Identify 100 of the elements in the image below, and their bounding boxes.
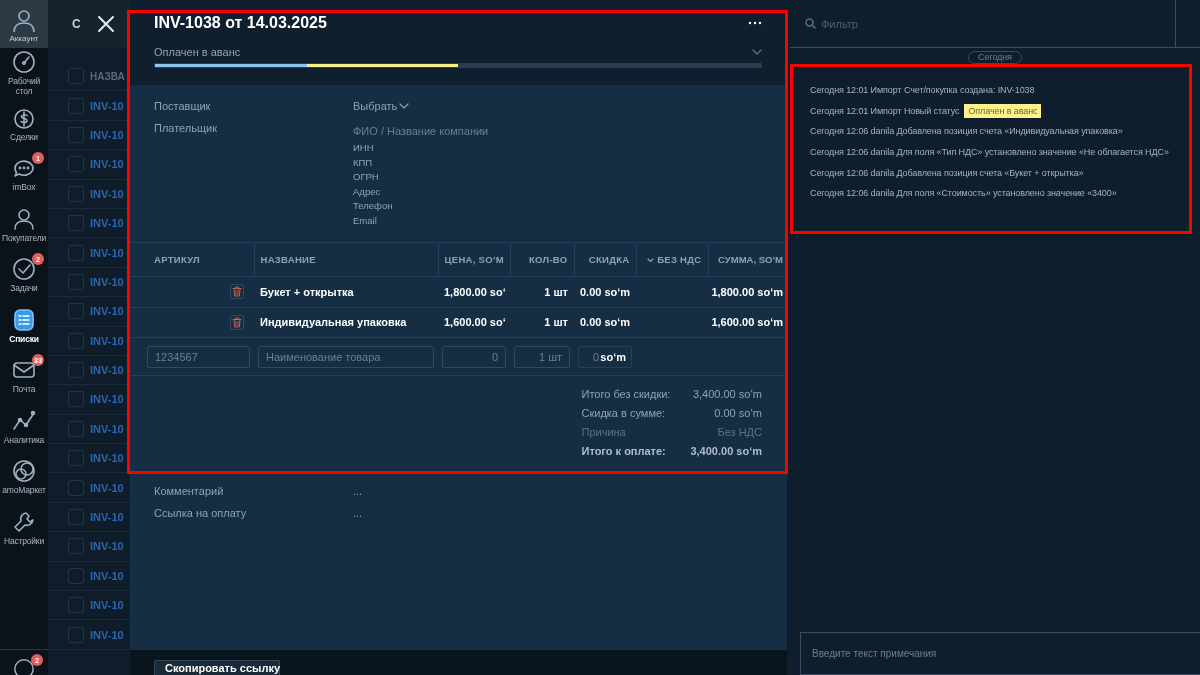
total-value: 0.00 soʻm	[713, 407, 762, 419]
gauge-icon	[12, 50, 36, 75]
list-title: С	[72, 17, 81, 31]
detail-label: Адрес	[353, 184, 382, 199]
field-value[interactable]: ...	[353, 507, 363, 519]
trash-icon	[232, 316, 242, 328]
record-link[interactable]: INV-10	[90, 158, 124, 171]
column-header: НАЗВА	[90, 70, 125, 82]
more-icon[interactable]	[748, 21, 762, 25]
unit-label: soʻm	[600, 350, 626, 363]
record-link[interactable]: INV-10	[90, 364, 124, 377]
detail-label: КПП	[353, 155, 374, 170]
record-link[interactable]: INV-10	[90, 511, 124, 524]
price-field[interactable]: 0	[442, 345, 506, 368]
quantity-field[interactable]: 1 шт	[514, 345, 570, 368]
feed-entry: Сегодня 12:01 Импорт Счет/покупка создана: INV-1038	[810, 85, 1035, 95]
column-header: КОЛ-ВО	[510, 242, 574, 277]
field-value[interactable]: ...	[353, 485, 363, 497]
record-link[interactable]: INV-10	[90, 305, 124, 318]
table-cell: 0.00 soʻm	[574, 307, 636, 338]
record-link[interactable]: INV-10	[90, 334, 124, 347]
caret-icon[interactable]	[647, 258, 655, 263]
detail-label: Email	[353, 213, 378, 228]
detail-label: ОГРН	[353, 170, 380, 184]
feed-entry: Сегодня 12:06 danila Для поля «Тип НДС» установлено значение «Не облагается НДС»	[810, 147, 1169, 158]
nav-item[interactable]: amoМаркет	[0, 452, 48, 503]
table-cell: 1 шт	[510, 307, 574, 338]
payer-name-field[interactable]: ФИО / Название компании	[353, 125, 489, 137]
close-icon[interactable]	[97, 15, 115, 33]
status-label[interactable]: Оплачен в аванс	[154, 46, 241, 58]
total-label: Причина	[581, 426, 627, 438]
record-link[interactable]: INV-10	[90, 481, 124, 494]
table-cell: 1 шт	[510, 276, 574, 307]
list-icon	[12, 307, 36, 332]
total-value: 3,400.00 soʻm	[690, 445, 762, 457]
column-header: АРТИКУЛ	[130, 242, 254, 277]
field-label: Поставщик	[154, 100, 212, 112]
detail-label: ИНН	[353, 141, 375, 155]
delete-button[interactable]	[230, 284, 244, 300]
record-link[interactable]: INV-10	[90, 275, 124, 288]
record-link[interactable]: INV-10	[90, 217, 124, 230]
nav-item[interactable]: Сделки	[0, 98, 48, 149]
account-button[interactable]: Аккаунт	[0, 0, 48, 48]
record-link[interactable]: INV-10	[90, 599, 124, 612]
trash-icon	[232, 286, 242, 298]
feed-entry: Сегодня 12:06 danila Добавлена позиция счета «Букет + открытка»	[810, 167, 1084, 178]
nav-item[interactable]: Рабочий стол	[0, 48, 48, 99]
checkmark-icon	[12, 257, 36, 282]
record-link[interactable]: INV-10	[90, 628, 124, 641]
record-link[interactable]: INV-10	[90, 187, 124, 200]
nav-item[interactable]: Покупатели	[0, 199, 48, 250]
record-link[interactable]: INV-10	[90, 569, 124, 582]
total-label: Скидка в сумме:	[581, 407, 667, 419]
record-link[interactable]: INV-10	[90, 246, 124, 259]
record-link[interactable]: INV-10	[90, 99, 124, 112]
copy-link-button[interactable]: Скопировать ссылку	[154, 660, 280, 675]
status-badge: Оплачен в аванс	[964, 103, 1042, 118]
table-cell: 1,600.00 soʻ	[438, 307, 510, 338]
product-name-field[interactable]: Наименование товара	[258, 345, 434, 368]
table-cell: 1,800.00 soʻ	[438, 276, 510, 307]
article-field[interactable]: 1234567	[147, 345, 250, 368]
line-chart-icon	[12, 408, 36, 433]
field-label: Ссылка на оплату	[154, 507, 248, 519]
delete-button[interactable]	[230, 314, 244, 330]
avatar-icon	[11, 8, 37, 32]
total-label: Итого к оплате:	[581, 445, 667, 457]
total-value: 3,400.00 soʻm	[691, 388, 762, 400]
invoice-title: INV-1038 от 14.03.2025	[154, 14, 327, 32]
record-link[interactable]: INV-10	[90, 540, 124, 553]
nav-item[interactable]: Аналитика	[0, 401, 48, 452]
column-header: СУММА, SOʻM	[708, 242, 787, 277]
chevron-down-icon[interactable]	[752, 49, 762, 55]
supplier-select[interactable]: Выбрать	[353, 100, 410, 112]
circles-icon	[12, 459, 36, 484]
record-link[interactable]: INV-10	[90, 128, 124, 141]
record-link[interactable]: INV-10	[90, 452, 124, 465]
feed-entry: Сегодня 12:01 Импорт Новый статус	[810, 105, 960, 116]
table-cell: 1,600.00 soʻm	[708, 307, 787, 338]
note-field[interactable]: Введите текст примечания	[800, 632, 1200, 675]
table-cell: 1,800.00 soʻm	[708, 276, 787, 307]
person-icon	[12, 206, 36, 231]
nav-item[interactable]: Настройки	[0, 502, 48, 553]
detail-label: Телефон	[353, 199, 394, 213]
record-link[interactable]: INV-10	[90, 422, 124, 435]
table-cell: Букет + открытка	[254, 276, 438, 307]
wrench-icon	[12, 509, 36, 534]
total-label: Итого без скидки:	[581, 388, 671, 400]
column-header: НАЗВАНИЕ	[254, 242, 438, 277]
filter-field[interactable]: Фильтр	[819, 16, 1023, 31]
column-header: ЦЕНА, SOʻM	[438, 242, 510, 277]
feed-entry: Сегодня 12:06 danila Добавлена позиция счета «Индивидуальная упаковка»	[810, 126, 1123, 137]
nav-item[interactable]: Списки	[0, 300, 48, 351]
field-label: Комментарий	[154, 485, 225, 497]
record-link[interactable]: INV-10	[90, 393, 124, 406]
column-header: СКИДКА	[574, 242, 636, 277]
field-label: Плательщик	[154, 122, 219, 136]
total-value: Без НДС	[716, 426, 762, 438]
feed-entry: Сегодня 12:06 danila Для поля «Стоимость» установлено значение «3400»	[810, 188, 1117, 199]
table-cell: 0.00 soʻm	[574, 276, 636, 307]
table-cell: Индивидуальная упаковка	[254, 307, 438, 338]
